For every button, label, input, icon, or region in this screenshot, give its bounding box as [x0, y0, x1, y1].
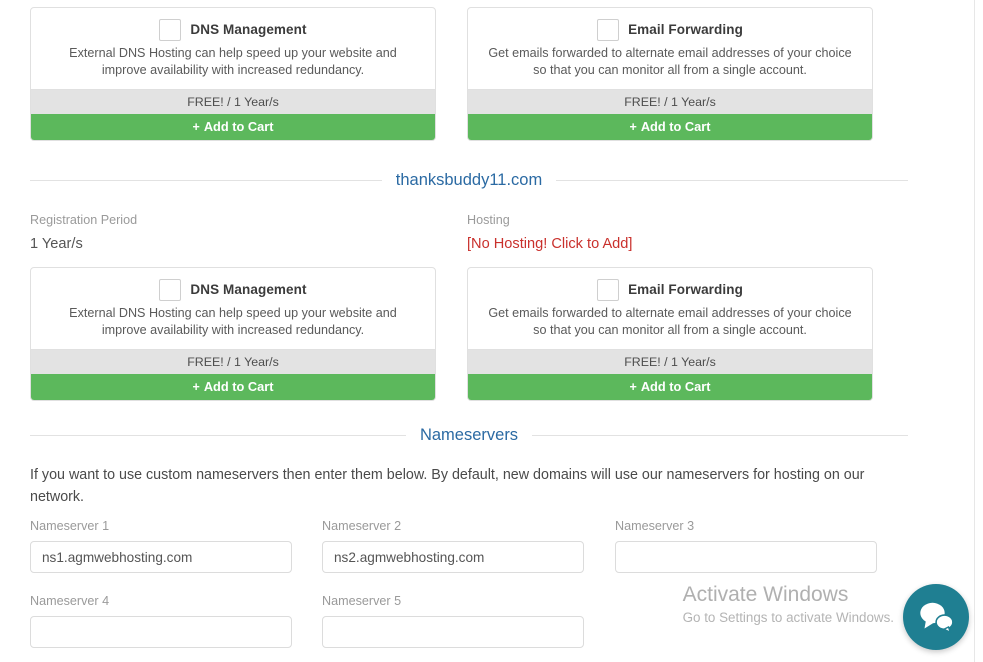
addon-card-price: FREE! / 1 Year/s	[31, 89, 435, 114]
email-forwarding-checkbox[interactable]	[597, 19, 620, 41]
nameserver-1-label: Nameserver 1	[30, 519, 110, 533]
addon-card-description: Get emails forwarded to alternate email …	[488, 306, 852, 337]
nameserver-3-input[interactable]	[615, 541, 877, 573]
plus-icon: +	[192, 380, 200, 394]
dns-management-checkbox[interactable]	[159, 19, 182, 41]
addon-card-header: DNS Management	[31, 268, 435, 305]
nameserver-2-label: Nameserver 2	[322, 519, 402, 533]
addon-card-email-forwarding[interactable]: Email Forwarding Get emails forwarded to…	[467, 7, 873, 141]
addon-card-title: DNS Management	[190, 282, 307, 297]
add-to-cart-label: Add to Cart	[640, 379, 711, 394]
watermark-title: Activate Windows	[682, 583, 849, 606]
divider-line-right	[532, 434, 909, 436]
addon-card-title: Email Forwarding	[628, 22, 743, 37]
addon-card-header: Email Forwarding	[468, 268, 872, 305]
page-content: DNS Management External DNS Hosting can …	[0, 0, 974, 662]
domain-name-heading[interactable]: thanksbuddy11.com	[382, 170, 556, 190]
nameserver-5-input[interactable]	[322, 616, 584, 648]
nameservers-heading: Nameservers	[419, 426, 519, 444]
domain-divider: thanksbuddy11.com	[30, 170, 908, 190]
addon-card-price: FREE! / 1 Year/s	[31, 349, 435, 374]
no-hosting-link[interactable]: [No Hosting! Click to Add]	[467, 233, 887, 255]
registration-period-field: Registration Period 1 Year/s	[30, 212, 450, 255]
plus-icon: +	[629, 380, 637, 394]
addon-card-price: FREE! / 1 Year/s	[468, 349, 872, 374]
plus-icon: +	[629, 120, 637, 134]
addon-card-price: FREE! / 1 Year/s	[468, 89, 872, 114]
addon-card-header: Email Forwarding	[468, 8, 872, 45]
nameserver-5-label: Nameserver 5	[322, 594, 402, 608]
addon-card-description: External DNS Hosting can help speed up y…	[69, 46, 397, 77]
addon-card-title: DNS Management	[190, 22, 307, 37]
divider-line-left	[30, 179, 382, 181]
nameserver-4-input[interactable]	[30, 616, 292, 648]
domain-details-row: Registration Period 1 Year/s Hosting [No…	[30, 212, 908, 258]
hosting-label: Hosting	[467, 213, 510, 227]
page-root: DNS Management External DNS Hosting can …	[0, 0, 983, 662]
hosting-field: Hosting [No Hosting! Click to Add]	[467, 212, 887, 255]
nameserver-2-input[interactable]	[322, 541, 584, 573]
email-forwarding-checkbox[interactable]	[597, 279, 620, 301]
add-to-cart-label: Add to Cart	[640, 119, 711, 134]
registration-period-label: Registration Period	[30, 213, 138, 227]
registration-period-value: 1 Year/s	[30, 236, 83, 252]
addon-card-title: Email Forwarding	[628, 282, 743, 297]
addon-card-email-forwarding[interactable]: Email Forwarding Get emails forwarded to…	[467, 267, 873, 401]
nameservers-description: If you want to use custom nameservers th…	[30, 467, 865, 505]
windows-activation-watermark: Activate Windows Go to Settings to activ…	[683, 581, 894, 628]
dns-management-checkbox[interactable]	[159, 279, 182, 301]
nameserver-3-label: Nameserver 3	[615, 519, 695, 533]
addon-card-header: DNS Management	[31, 8, 435, 45]
nameserver-1-input[interactable]	[30, 541, 292, 573]
add-to-cart-label: Add to Cart	[203, 379, 274, 394]
addon-card-description: External DNS Hosting can help speed up y…	[69, 306, 397, 337]
nameserver-4-label: Nameserver 4	[30, 594, 110, 608]
divider-line-right	[556, 179, 908, 181]
chat-bubbles-icon	[920, 602, 954, 633]
addon-card-dns-management[interactable]: DNS Management External DNS Hosting can …	[30, 267, 436, 401]
chat-widget-button[interactable]	[903, 584, 969, 650]
add-to-cart-button[interactable]: + Add to Cart	[31, 374, 435, 400]
nameservers-divider: Nameservers	[30, 425, 909, 445]
addon-card-dns-management[interactable]: DNS Management External DNS Hosting can …	[30, 7, 436, 141]
watermark-subtitle: Go to Settings to activate Windows.	[682, 610, 894, 625]
add-to-cart-button[interactable]: + Add to Cart	[468, 114, 872, 140]
add-to-cart-button[interactable]: + Add to Cart	[468, 374, 872, 400]
addon-card-description: Get emails forwarded to alternate email …	[488, 46, 852, 77]
plus-icon: +	[192, 120, 200, 134]
add-to-cart-button[interactable]: + Add to Cart	[31, 114, 435, 140]
divider-line-left	[30, 434, 406, 436]
add-to-cart-label: Add to Cart	[203, 119, 274, 134]
page-right-border	[974, 0, 975, 662]
